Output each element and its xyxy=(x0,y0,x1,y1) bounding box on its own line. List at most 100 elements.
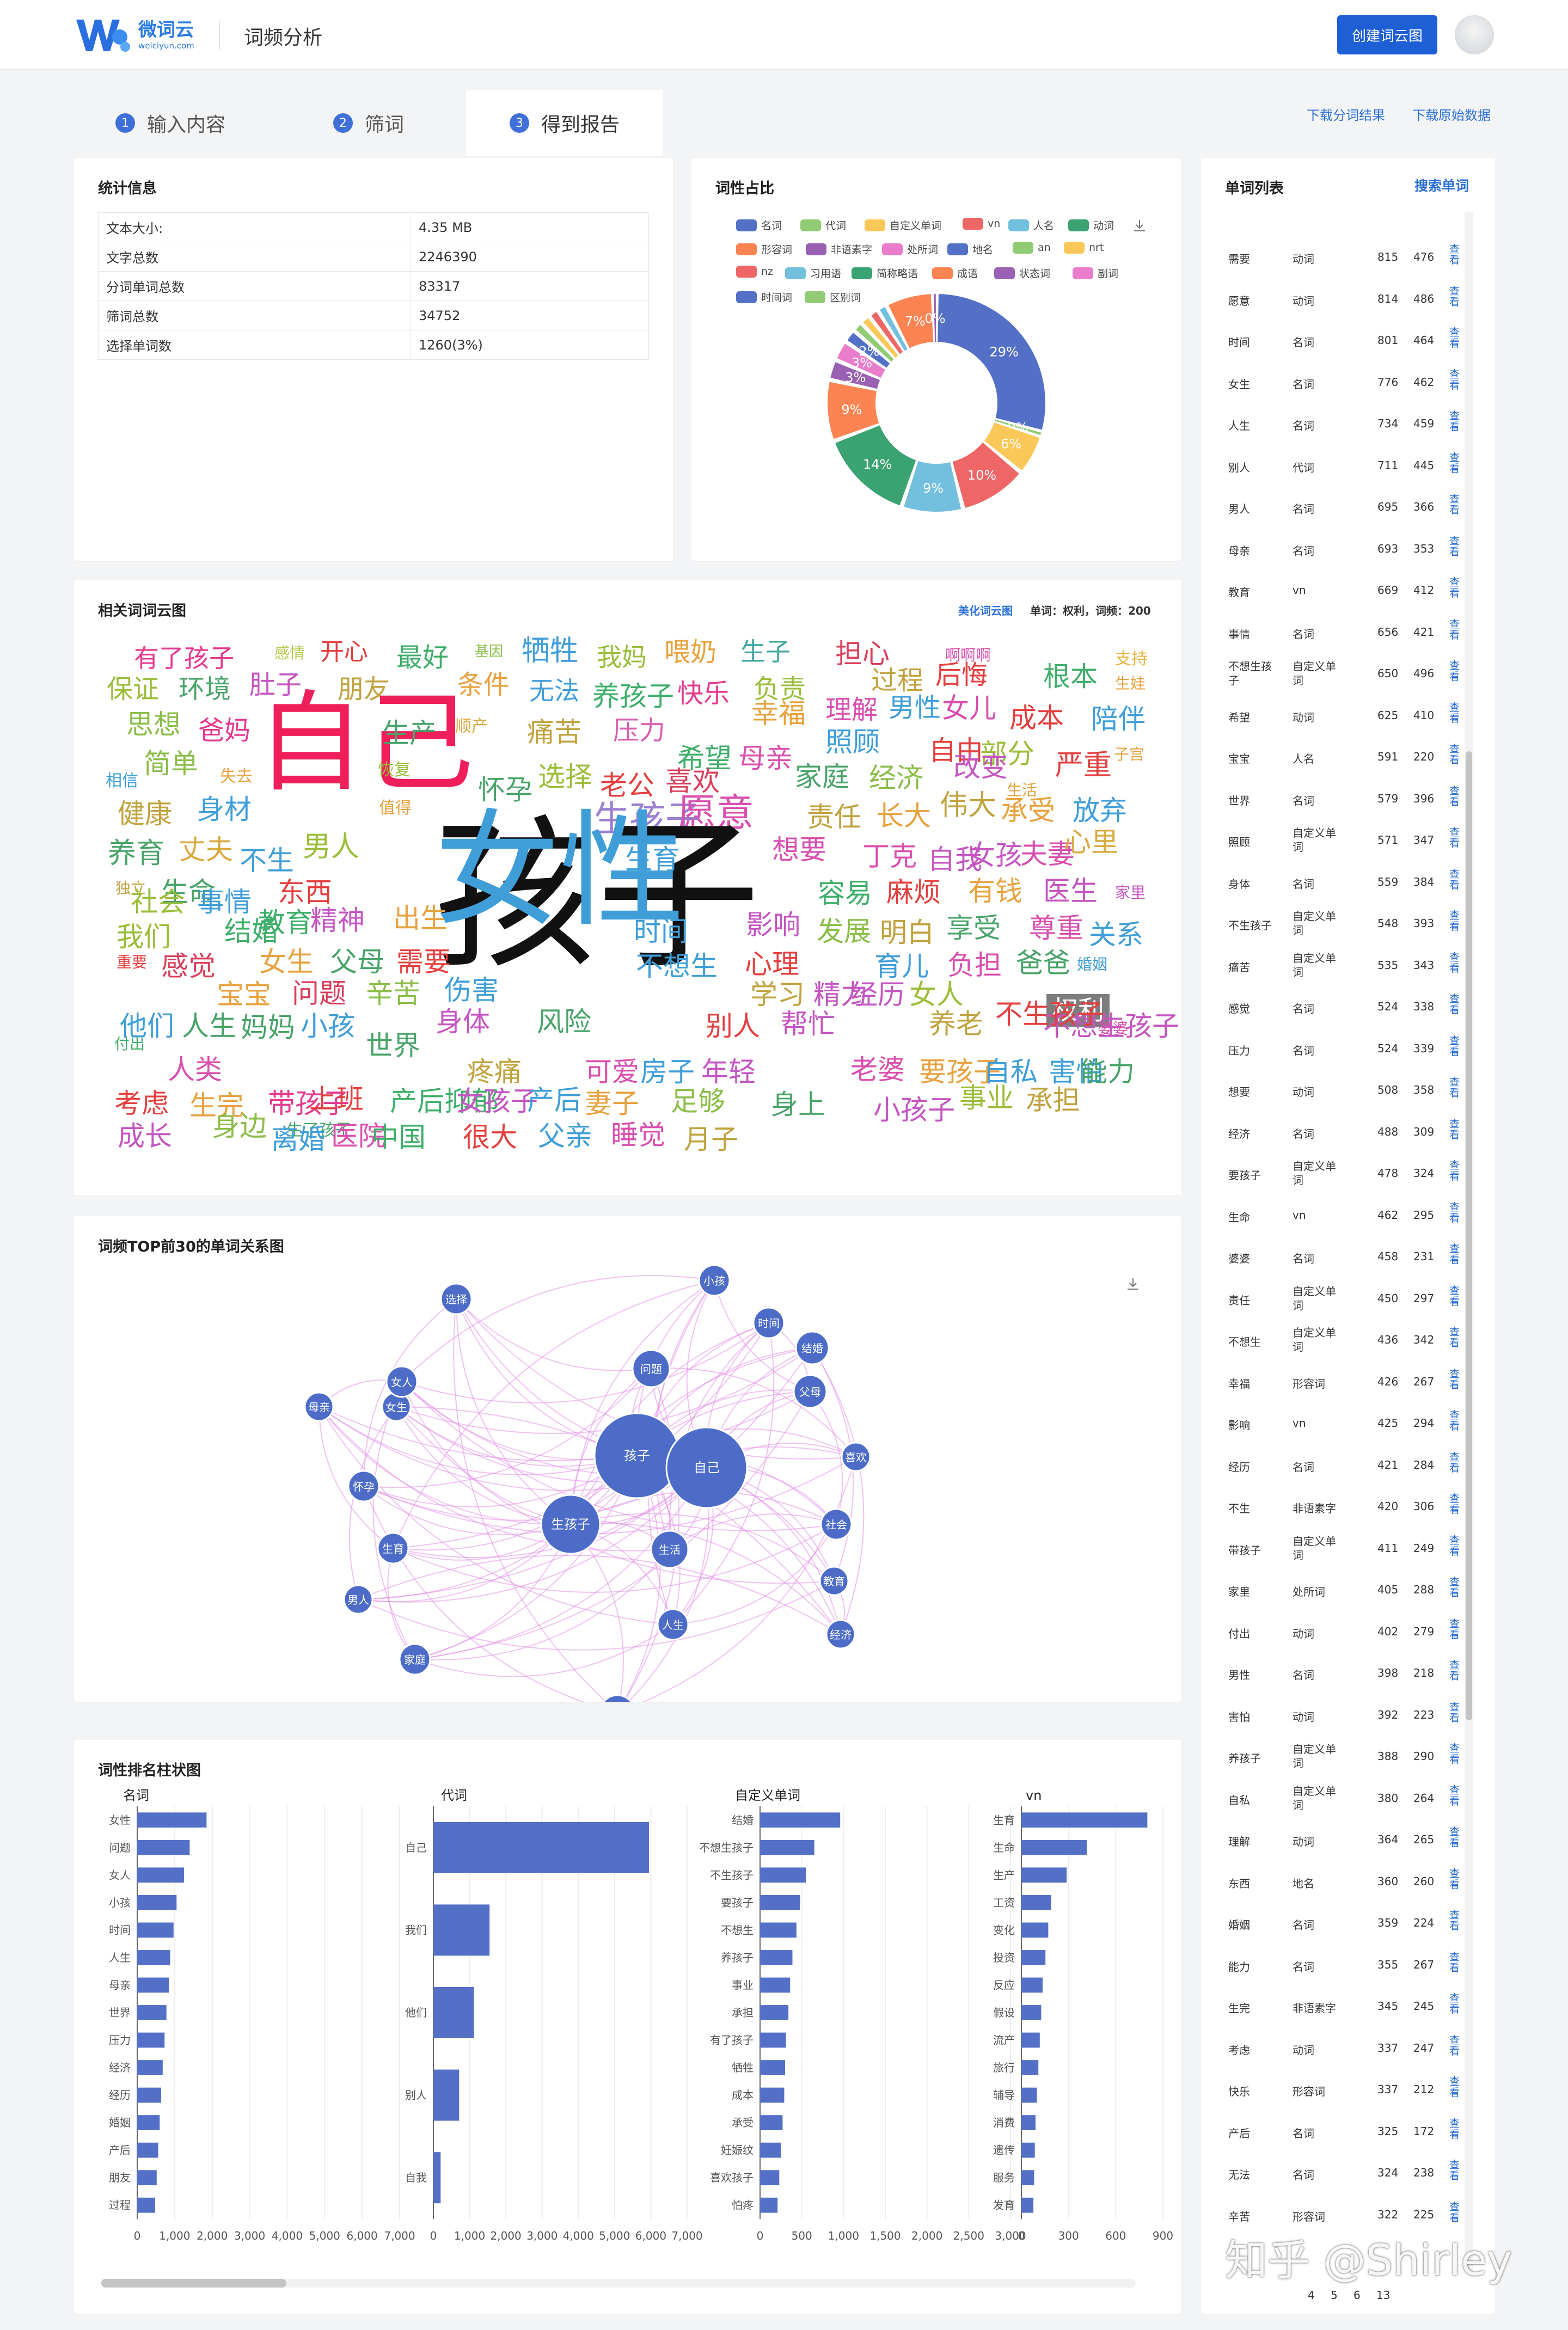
cloud-word[interactable]: 月子 xyxy=(684,1126,738,1153)
view-word-link[interactable]: 查看 xyxy=(1449,494,1460,516)
bar[interactable] xyxy=(760,2142,781,2158)
cloud-word[interactable]: 结婚 xyxy=(224,918,279,945)
view-word-link[interactable]: 查看 xyxy=(1449,1493,1460,1515)
cloud-word[interactable]: 爸妈 xyxy=(198,718,250,744)
cloud-word[interactable]: 丁克 xyxy=(862,843,917,870)
cloud-word[interactable]: 有了孩子 xyxy=(134,646,234,671)
cloud-word[interactable]: 自私 xyxy=(983,1058,1038,1086)
cloud-word[interactable]: 妈妈 xyxy=(241,1014,295,1041)
cloud-word[interactable]: 小孩 xyxy=(301,1013,355,1040)
legend-item[interactable]: an xyxy=(1013,242,1051,254)
cloud-word[interactable]: 尊重 xyxy=(1029,915,1083,942)
cloud-word[interactable]: 长大 xyxy=(877,802,931,830)
cloud-word[interactable]: 子宫 xyxy=(1114,747,1144,762)
cloud-word[interactable]: 母亲 xyxy=(738,745,793,772)
bar[interactable] xyxy=(137,1977,169,1993)
legend-item[interactable]: 自定义单词 xyxy=(865,218,941,232)
view-word-link[interactable]: 查看 xyxy=(1449,452,1460,474)
view-word-link[interactable]: 查看 xyxy=(1449,869,1460,891)
cloud-word[interactable]: 生娃 xyxy=(1115,676,1146,691)
view-word-link[interactable]: 查看 xyxy=(1449,1243,1460,1265)
bar[interactable] xyxy=(137,2032,165,2048)
bar[interactable] xyxy=(760,1950,793,1965)
bar[interactable] xyxy=(760,2060,785,2075)
cloud-word[interactable]: 男人 xyxy=(303,833,359,861)
cloud-word[interactable]: 父亲 xyxy=(538,1123,592,1150)
pager-page[interactable]: 4 xyxy=(1308,2289,1315,2302)
cloud-word[interactable]: 疼痛 xyxy=(467,1058,522,1086)
cloud-word[interactable]: 心里 xyxy=(1064,829,1118,856)
cloud-word[interactable]: 严重 xyxy=(1055,751,1112,780)
view-word-link[interactable]: 查看 xyxy=(1449,1618,1460,1640)
cloud-word[interactable]: 选择 xyxy=(538,763,592,790)
bar[interactable] xyxy=(137,1867,185,1883)
bar[interactable] xyxy=(1021,2005,1042,2020)
bar[interactable] xyxy=(433,2152,441,2204)
view-word-link[interactable]: 查看 xyxy=(1449,1785,1460,1807)
cloud-word[interactable]: 过程 xyxy=(871,667,923,694)
bar[interactable] xyxy=(760,2032,786,2048)
cloud-word[interactable]: 别人 xyxy=(706,1013,760,1040)
cloud-word[interactable]: 简单 xyxy=(144,750,198,777)
cloud-word[interactable]: 精神 xyxy=(310,907,365,934)
bar[interactable] xyxy=(760,1977,791,1993)
cloud-word[interactable]: 出生 xyxy=(393,905,448,932)
cloud-word[interactable]: 享受 xyxy=(946,915,1001,942)
cloud-word[interactable]: 生子 xyxy=(740,639,791,664)
bar[interactable] xyxy=(760,2005,789,2020)
cloud-word[interactable]: 考虑 xyxy=(114,1090,169,1117)
cloud-word[interactable]: 付出 xyxy=(114,1037,145,1052)
cloud-word[interactable]: 不生 xyxy=(240,847,294,874)
donut-slice[interactable] xyxy=(938,294,1045,430)
network-node[interactable] xyxy=(600,1694,635,1702)
view-word-link[interactable]: 查看 xyxy=(1449,660,1460,682)
cloud-word[interactable]: 女人 xyxy=(909,981,964,1008)
scrollbar-track[interactable] xyxy=(1465,212,1473,2270)
cloud-word[interactable]: 保证 xyxy=(107,676,159,702)
cloud-word[interactable]: 喂奶 xyxy=(664,639,716,665)
view-word-link[interactable]: 查看 xyxy=(1449,2118,1460,2140)
legend-item[interactable]: 人名 xyxy=(1008,218,1054,232)
cloud-word[interactable]: 基因 xyxy=(475,645,503,659)
bar[interactable] xyxy=(1021,1840,1087,1855)
view-word-link[interactable]: 查看 xyxy=(1449,1952,1460,1973)
bar[interactable] xyxy=(1021,2032,1040,2048)
view-word-link[interactable]: 查看 xyxy=(1449,286,1460,308)
download-chart-icon[interactable] xyxy=(1131,218,1148,236)
cloud-word[interactable]: 陪伴 xyxy=(1091,706,1146,733)
bar[interactable] xyxy=(137,1812,207,1828)
cloud-word[interactable]: 最好 xyxy=(396,645,449,671)
cloud-word[interactable]: 身边 xyxy=(212,1113,267,1140)
bar[interactable] xyxy=(137,1840,190,1855)
view-word-link[interactable]: 查看 xyxy=(1449,1202,1460,1224)
view-word-link[interactable]: 查看 xyxy=(1449,1285,1460,1307)
cloud-word[interactable]: 生产 xyxy=(382,720,437,747)
cloud-word[interactable]: 睡觉 xyxy=(611,1121,665,1149)
cloud-word[interactable]: 帮忙 xyxy=(781,1010,835,1038)
cloud-word[interactable]: 痛苦 xyxy=(527,719,581,746)
view-word-link[interactable]: 查看 xyxy=(1449,1826,1460,1848)
legend-item[interactable]: 代词 xyxy=(800,218,846,232)
legend-item[interactable]: nz xyxy=(736,266,773,278)
bar[interactable] xyxy=(433,1822,650,1873)
legend-item[interactable]: 形容词 xyxy=(736,242,792,256)
cloud-word[interactable]: 心理 xyxy=(745,951,799,978)
cloud-word[interactable]: 牺牲 xyxy=(522,637,578,665)
cloud-word[interactable]: 问题 xyxy=(292,980,346,1007)
legend-item[interactable]: 地名 xyxy=(947,242,993,256)
pager-page[interactable]: 13 xyxy=(1376,2289,1390,2302)
bar[interactable] xyxy=(760,1867,806,1883)
legend-item[interactable]: 时间词 xyxy=(736,290,792,304)
cloud-word[interactable]: 发展 xyxy=(817,918,871,945)
view-word-link[interactable]: 查看 xyxy=(1449,827,1460,849)
view-word-link[interactable]: 查看 xyxy=(1449,2202,1460,2223)
cloud-word[interactable]: 不想生 xyxy=(636,953,718,980)
cloud-word[interactable]: 育儿 xyxy=(874,953,929,980)
cloud-word[interactable]: 人类 xyxy=(168,1056,222,1083)
bar[interactable] xyxy=(760,2170,780,2186)
cloud-word[interactable]: 产后 xyxy=(527,1087,581,1114)
cloud-word[interactable]: 感情 xyxy=(274,646,305,661)
view-word-link[interactable]: 查看 xyxy=(1449,1410,1460,1432)
view-word-link[interactable]: 查看 xyxy=(1449,619,1460,641)
cloud-word[interactable]: 社会 xyxy=(131,888,185,916)
